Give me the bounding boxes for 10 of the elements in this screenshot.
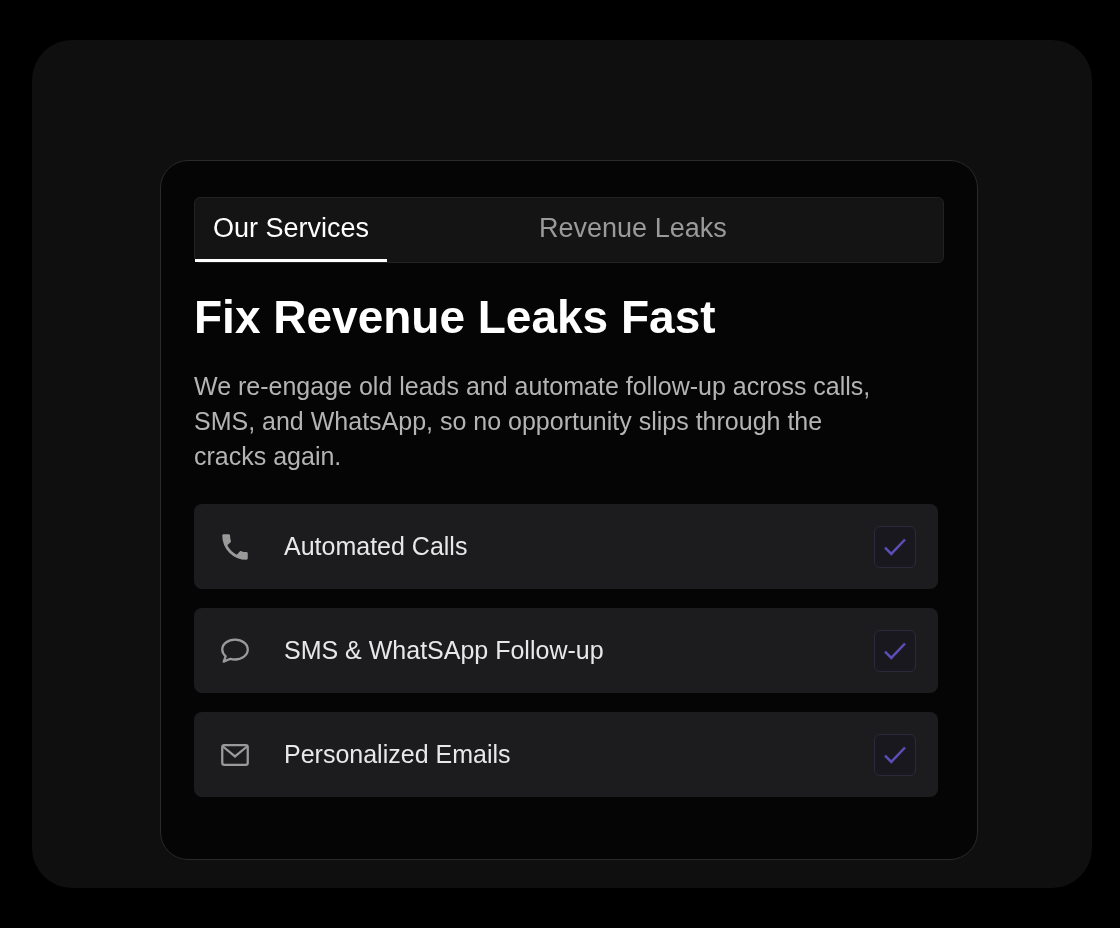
service-label: Automated Calls [284,530,469,562]
tab[interactable]: Revenue Leaks [521,198,745,262]
description: We re-engage old leads and automate follow-up across calls, SMS, and WhatsApp, so no opportunity slips through the cracks again. [194,371,872,472]
tab[interactable]: Our Services [195,198,388,262]
service-label: Personalized Emails [284,738,512,770]
service-label: SMS & WhatSApp Follow-up [284,634,605,666]
checkbox[interactable] [874,733,916,776]
checkbox[interactable] [874,525,916,568]
checkbox[interactable] [874,629,916,672]
heading: Fix Revenue Leaks Fast [194,290,717,345]
